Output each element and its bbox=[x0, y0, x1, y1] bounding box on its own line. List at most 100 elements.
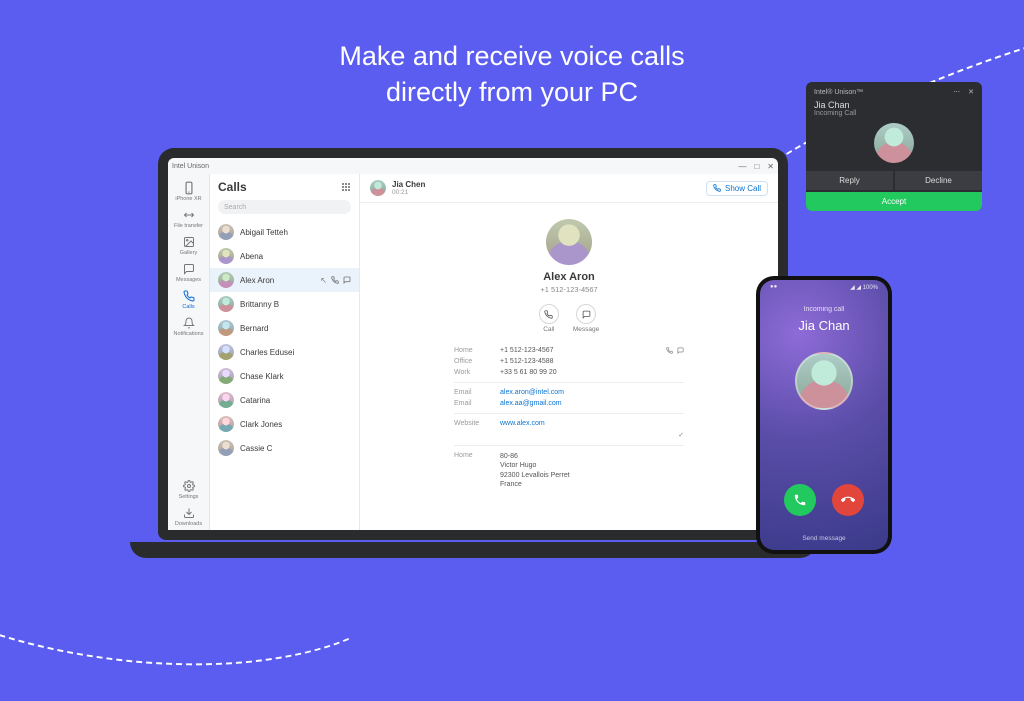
contact-row[interactable]: Brittanny B↖ bbox=[210, 292, 359, 316]
dialpad-icon[interactable] bbox=[341, 182, 351, 192]
info-key: Home bbox=[454, 347, 492, 354]
nav-phone-device[interactable]: iPhone XR bbox=[174, 178, 204, 205]
info-key: Home bbox=[454, 452, 492, 490]
window-titlebar: Intel Unison — □ ✕ bbox=[168, 158, 778, 174]
info-row-actions bbox=[658, 389, 684, 396]
nav-phone[interactable]: Calls bbox=[174, 286, 204, 313]
phone-icon bbox=[182, 289, 196, 303]
phone-accept-button[interactable] bbox=[784, 484, 816, 516]
toast-subtitle: Incoming Call bbox=[814, 110, 974, 117]
contact-row[interactable]: Abigail Tetteh↖ bbox=[210, 220, 359, 244]
nav-download[interactable]: Downloads bbox=[175, 503, 202, 530]
info-value: +33 5 61 80 99 20 bbox=[500, 369, 650, 376]
contact-avatar bbox=[218, 272, 234, 288]
row-message-icon[interactable] bbox=[343, 276, 351, 285]
window-maximize-button[interactable]: □ bbox=[754, 162, 759, 171]
toast-reply-button[interactable]: Reply bbox=[806, 171, 893, 190]
contact-row-name: Bernard bbox=[240, 324, 351, 333]
contact-avatar bbox=[218, 416, 234, 432]
row-call-icon[interactable] bbox=[666, 347, 673, 354]
nav-label: Settings bbox=[179, 494, 199, 500]
toast-caller-avatar bbox=[874, 123, 914, 163]
active-call-duration: 00:21 bbox=[392, 189, 425, 196]
info-key: Work bbox=[454, 369, 492, 376]
contact-row[interactable]: Clark Jones↖ bbox=[210, 412, 359, 436]
nav-label: iPhone XR bbox=[175, 196, 201, 202]
show-call-button[interactable]: Show Call bbox=[706, 181, 768, 196]
contact-row-name: Catarina bbox=[240, 396, 351, 405]
chat-icon bbox=[576, 304, 596, 324]
contacts-title: Calls bbox=[218, 180, 247, 194]
contact-row[interactable]: Abena↖ bbox=[210, 244, 359, 268]
contact-row[interactable]: Chase Klark↖ bbox=[210, 364, 359, 388]
headline-line-1: Make and receive voice calls bbox=[339, 41, 684, 71]
phone-status-bar: ●●◢ ◢ 100% bbox=[760, 284, 888, 291]
detail-pane: Jia Chen 00:21 Show Call bbox=[360, 174, 778, 530]
row-message-icon[interactable] bbox=[677, 347, 684, 354]
toast-accept-button[interactable]: Accept bbox=[806, 192, 982, 211]
laptop-frame: Intel Unison — □ ✕ iPhone XR File transfe… bbox=[158, 148, 788, 558]
contact-avatar bbox=[218, 320, 234, 336]
phone-icon bbox=[539, 304, 559, 324]
nav-image[interactable]: Gallery bbox=[174, 232, 204, 259]
contact-avatar bbox=[218, 296, 234, 312]
contacts-list: Abigail Tetteh↖Abena↖Alex Aron↖Brittanny… bbox=[210, 220, 359, 530]
info-value[interactable]: alex.aa@gmail.com bbox=[500, 400, 650, 407]
nav-label: Calls bbox=[182, 304, 194, 310]
unison-app-window: Intel Unison — □ ✕ iPhone XR File transfe… bbox=[168, 158, 778, 530]
phone-screen: ●●◢ ◢ 100% Incoming call Jia Chan Send m… bbox=[760, 280, 888, 550]
contact-row[interactable]: Cassie C↖ bbox=[210, 436, 359, 460]
contact-avatar bbox=[218, 248, 234, 264]
contacts-pane: Calls Search Abigail Tetteh↖Abena↖Alex A… bbox=[210, 174, 360, 530]
nav-swap[interactable]: File transfer bbox=[174, 205, 204, 232]
window-close-button[interactable]: ✕ bbox=[767, 162, 774, 171]
nav-gear[interactable]: Settings bbox=[175, 476, 202, 503]
info-key: Email bbox=[454, 400, 492, 407]
contact-row[interactable]: Alex Aron↖ bbox=[210, 268, 359, 292]
contact-row-name: Abena bbox=[240, 252, 351, 261]
toast-close-button[interactable]: ✕ bbox=[968, 88, 974, 96]
phone-send-message-link[interactable]: Send message bbox=[760, 535, 888, 542]
address-block: 80-86Victor Hugo92300 Levallois PerretFr… bbox=[500, 452, 650, 490]
contact-row[interactable]: Bernard↖ bbox=[210, 316, 359, 340]
image-icon bbox=[182, 235, 196, 249]
check-icon: ✓ bbox=[658, 431, 684, 439]
contact-row-name: Chase Klark bbox=[240, 372, 351, 381]
laptop-screen: Intel Unison — □ ✕ iPhone XR File transfe… bbox=[158, 148, 788, 540]
nav-label: Gallery bbox=[180, 250, 197, 256]
nav-chat[interactable]: Messages bbox=[174, 259, 204, 286]
toast-decline-button[interactable]: Decline bbox=[895, 171, 982, 190]
chat-icon bbox=[182, 262, 196, 276]
phone-decline-button[interactable] bbox=[832, 484, 864, 516]
contact-row[interactable]: Catarina↖ bbox=[210, 388, 359, 412]
phone-caller-name: Jia Chan bbox=[760, 318, 888, 333]
row-call-icon[interactable] bbox=[331, 276, 339, 285]
nav-label: Messages bbox=[176, 277, 201, 283]
bell-icon bbox=[182, 316, 196, 330]
contact-row-name: Cassie C bbox=[240, 444, 351, 453]
contact-row-name: Clark Jones bbox=[240, 420, 351, 429]
contact-primary-phone: +1 512-123-4567 bbox=[540, 285, 597, 294]
nav-rail: iPhone XR File transfer Gallery Messages Cal… bbox=[168, 174, 210, 530]
phone-icon bbox=[713, 184, 721, 192]
window-minimize-button[interactable]: — bbox=[738, 162, 746, 171]
headline-line-2: directly from your PC bbox=[386, 77, 638, 107]
info-value[interactable]: www.alex.com bbox=[500, 420, 650, 427]
contact-row[interactable]: Charles Edusei↖ bbox=[210, 340, 359, 364]
contact-info-grid: Home+1 512-123-4567Office+1 512-123-4588… bbox=[454, 347, 684, 490]
info-value: +1 512-123-4567 bbox=[500, 347, 650, 354]
info-value[interactable]: alex.aron@intel.com bbox=[500, 389, 650, 396]
phone-frame: ●●◢ ◢ 100% Incoming call Jia Chan Send m… bbox=[756, 276, 892, 554]
call-action[interactable]: Call bbox=[539, 304, 559, 333]
search-input[interactable]: Search bbox=[218, 200, 351, 214]
info-key: Email bbox=[454, 389, 492, 396]
download-icon bbox=[182, 506, 196, 520]
nav-bell[interactable]: Notifications bbox=[174, 313, 204, 340]
toast-more-button[interactable]: ⋯ bbox=[953, 88, 960, 96]
contact-avatar bbox=[218, 368, 234, 384]
laptop-base bbox=[130, 542, 816, 558]
message-action[interactable]: Message bbox=[573, 304, 599, 333]
contact-avatar bbox=[218, 440, 234, 456]
phone-caller-avatar bbox=[795, 352, 853, 410]
contact-row-name: Charles Edusei bbox=[240, 348, 351, 357]
